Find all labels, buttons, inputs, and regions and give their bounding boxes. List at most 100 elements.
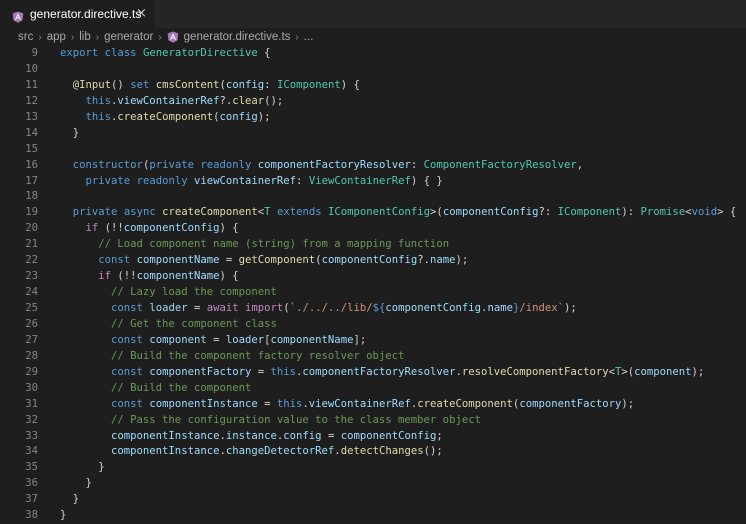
code-token: componentFactoryResolver: [302, 365, 456, 378]
chevron-right-icon: ›: [38, 31, 42, 43]
code-token: ();: [423, 445, 443, 458]
breadcrumb-app[interactable]: app: [47, 31, 66, 43]
code-line[interactable]: private async createComponent<T extends …: [60, 205, 736, 221]
close-icon[interactable]: ×: [136, 6, 147, 21]
code-line[interactable]: componentInstance.changeDetectorRef.dete…: [60, 444, 736, 460]
code-token: >(: [621, 365, 635, 378]
code-token: );: [621, 397, 635, 410]
code-line[interactable]: }: [60, 492, 736, 508]
code-line[interactable]: if (!!componentConfig) {: [60, 221, 736, 237]
code-line[interactable]: [60, 62, 736, 78]
code-line[interactable]: // Get the component class: [60, 317, 736, 333]
code-token: const: [98, 254, 131, 267]
code-token: ) {: [340, 78, 360, 91]
line-number: 33: [25, 429, 38, 442]
line-number: 16: [25, 158, 38, 171]
code-token: // Pass the configuration value to the c…: [111, 413, 481, 426]
code-line[interactable]: }: [60, 126, 736, 142]
code-token: (!!: [98, 222, 124, 235]
code-token: > {: [717, 206, 737, 219]
code-token: ) {: [219, 270, 239, 283]
code-line[interactable]: }: [60, 508, 736, 524]
code-token: // Build the component: [111, 381, 252, 394]
code-token: componentInstance: [111, 429, 220, 442]
code-line[interactable]: export class GeneratorDirective {: [60, 46, 736, 62]
code-editor[interactable]: 9 10 11 12 13 14 15 16 17 18 19 20 21 22 23 24 25 26 27 28 2…: [0, 46, 746, 524]
breadcrumb-src[interactable]: src: [18, 31, 33, 43]
code-token: const: [111, 365, 143, 378]
line-number: 27: [25, 333, 38, 346]
code-line[interactable]: [60, 189, 736, 205]
code-line[interactable]: @Input() set cmsContent(config: ICompone…: [60, 78, 736, 94]
breadcrumb-file[interactable]: generator.directive.ts: [167, 31, 291, 43]
code-line[interactable]: // Build the component factory resolver …: [60, 349, 736, 365]
code-line[interactable]: this.createComponent(config);: [60, 110, 736, 126]
line-number: 21: [25, 238, 38, 251]
code-token: componentConfig: [340, 429, 437, 442]
code-token: ();: [264, 94, 284, 107]
code-line[interactable]: this.viewContainerRef?.clear();: [60, 94, 736, 110]
code-token: componentFactory: [149, 365, 252, 378]
code-token: ${: [372, 302, 386, 314]
code-line[interactable]: const componentInstance = this.viewConta…: [60, 397, 736, 413]
code-area[interactable]: export class GeneratorDirective { @Input…: [60, 46, 736, 524]
code-token: cmsContent: [155, 78, 220, 91]
code-line[interactable]: componentInstance.instance.config = comp…: [60, 429, 736, 445]
code-token: =: [206, 333, 226, 346]
code-token: componentInstance: [111, 445, 220, 458]
code-token: (): [111, 78, 131, 91]
breadcrumb-more[interactable]: ...: [304, 31, 314, 43]
tab-bar: generator.directive.ts ×: [0, 0, 746, 28]
code-token: =: [251, 365, 271, 378]
code-token: config: [283, 429, 322, 442]
code-line[interactable]: const loader = await import(`./../../lib…: [60, 301, 736, 317]
code-line[interactable]: const componentName = getComponent(compo…: [60, 253, 736, 269]
code-line[interactable]: private readonly viewContainerRef: ViewC…: [60, 174, 736, 190]
code-token: class: [104, 47, 137, 59]
code-line[interactable]: const component = loader[componentName];: [60, 333, 736, 349]
chevron-right-icon: ›: [158, 31, 162, 43]
code-token: componentInstance: [149, 397, 258, 410]
code-line[interactable]: const componentFactory = this.componentF…: [60, 365, 736, 381]
line-number: 35: [25, 461, 38, 474]
code-token: import: [245, 302, 284, 314]
code-line[interactable]: }: [60, 460, 736, 476]
code-token: constructor: [72, 158, 143, 171]
code-line[interactable]: // Build the component: [60, 381, 736, 397]
code-token: IComponent: [557, 206, 622, 219]
code-line[interactable]: // Load component name (string) from a m…: [60, 237, 736, 253]
code-line[interactable]: }: [60, 476, 736, 492]
code-token: await: [206, 302, 239, 314]
code-token: }: [60, 461, 105, 474]
line-number: 13: [25, 110, 38, 123]
tab-generator-directive[interactable]: generator.directive.ts ×: [0, 0, 154, 28]
breadcrumb-generator[interactable]: generator: [104, 31, 153, 43]
code-token: extends: [276, 206, 322, 219]
breadcrumb-file-label: generator.directive.ts: [183, 31, 291, 43]
line-number: 10: [25, 62, 38, 75]
code-token: config: [225, 78, 265, 91]
code-line[interactable]: [60, 142, 736, 158]
breadcrumb-lib[interactable]: lib: [79, 31, 91, 43]
code-token: this: [276, 397, 303, 410]
code-token: // Lazy load the component: [111, 286, 277, 299]
code-line[interactable]: // Lazy load the component: [60, 285, 736, 301]
code-line[interactable]: constructor(private readonly componentFa…: [60, 158, 736, 174]
code-token: :: [264, 78, 277, 91]
code-token: name: [430, 254, 456, 267]
line-number: 31: [25, 397, 38, 410]
code-token: component: [149, 333, 207, 346]
code-line[interactable]: // Pass the configuration value to the c…: [60, 413, 736, 429]
code-line[interactable]: if (!!componentName) {: [60, 269, 736, 285]
chevron-right-icon: ›: [70, 31, 75, 43]
code-token: private: [149, 158, 194, 171]
code-token: ?.: [219, 94, 233, 107]
